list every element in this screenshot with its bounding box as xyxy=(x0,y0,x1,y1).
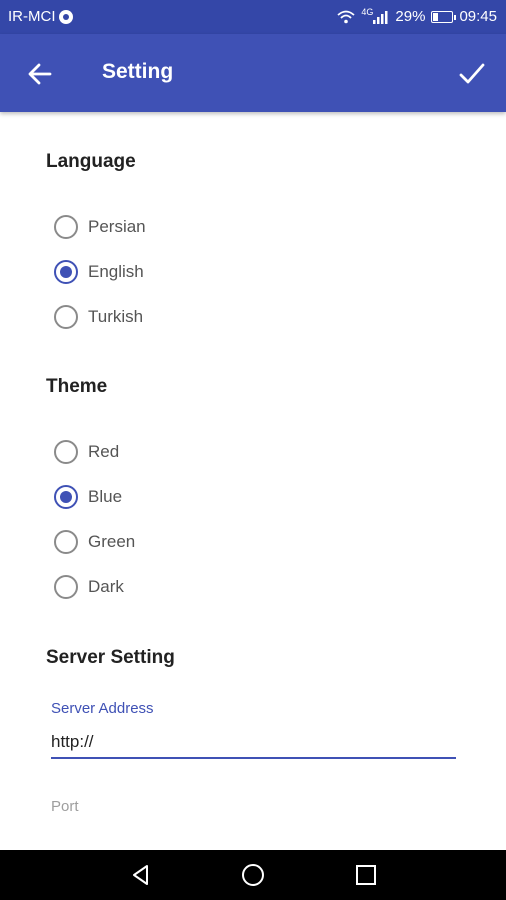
theme-section-title: Theme xyxy=(46,376,108,397)
radio-language-persian[interactable]: Persian xyxy=(54,212,146,242)
recents-nav-icon[interactable] xyxy=(354,863,378,887)
radio-label: Green xyxy=(88,532,136,551)
radio-theme-blue[interactable]: Blue xyxy=(54,482,122,512)
server-section-title: Server Setting xyxy=(46,647,175,668)
server-address-input[interactable] xyxy=(51,725,456,759)
radio-button[interactable] xyxy=(54,215,78,239)
radio-theme-green[interactable]: Green xyxy=(54,527,135,557)
app-bar: Setting xyxy=(0,34,506,112)
radio-theme-dark[interactable]: Dark xyxy=(54,572,124,602)
status-left: IR-MCI xyxy=(8,8,73,25)
page-title: Setting xyxy=(102,60,174,83)
network-type: 4G xyxy=(361,6,374,17)
wifi-icon xyxy=(337,10,355,23)
radio-button[interactable] xyxy=(54,440,78,464)
radio-label: English xyxy=(88,262,144,281)
server-address-label: Server Address xyxy=(51,700,154,717)
clock: 09:45 xyxy=(459,8,497,25)
home-nav-icon[interactable] xyxy=(241,863,265,887)
radio-button[interactable] xyxy=(54,530,78,554)
radio-button[interactable] xyxy=(54,260,78,284)
language-section-title: Language xyxy=(46,151,136,172)
port-input[interactable] xyxy=(51,815,456,845)
port-label: Port xyxy=(51,798,79,815)
battery-percent: 29% xyxy=(395,8,426,25)
radio-button[interactable] xyxy=(54,485,78,509)
radio-button[interactable] xyxy=(54,305,78,329)
radio-theme-red[interactable]: Red xyxy=(54,437,119,467)
radio-label: Blue xyxy=(88,487,123,506)
back-nav-icon[interactable] xyxy=(129,863,153,887)
carrier-icon xyxy=(58,9,73,24)
arrow-back-icon[interactable] xyxy=(26,60,54,88)
status-right: 4G 29% 09:45 xyxy=(337,6,497,25)
radio-label: Persian xyxy=(88,217,146,236)
radio-label: Red xyxy=(88,442,120,461)
server-address-underline xyxy=(51,757,456,759)
radio-language-english[interactable]: English xyxy=(54,257,144,287)
radio-label: Turkish xyxy=(88,307,144,326)
battery-icon xyxy=(431,10,457,23)
check-icon[interactable] xyxy=(458,60,486,88)
status-bar: IR-MCI 4G 29% 09:45 xyxy=(0,0,506,34)
navigation-bar xyxy=(0,850,506,900)
signal-icon xyxy=(373,10,388,24)
radio-label: Dark xyxy=(88,577,124,596)
radio-button[interactable] xyxy=(54,575,78,599)
battery-fill xyxy=(433,12,439,21)
carrier-name: IR-MCI xyxy=(8,8,56,25)
radio-language-turkish[interactable]: Turkish xyxy=(54,302,143,332)
